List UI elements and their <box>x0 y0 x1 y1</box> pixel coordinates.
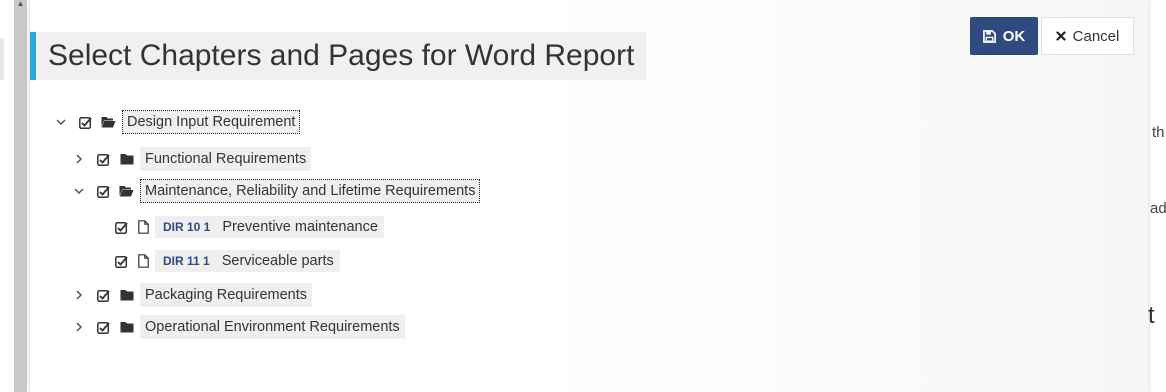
chevron-down-icon[interactable] <box>54 115 68 129</box>
folder-icon <box>119 321 134 334</box>
tree-node-chapter[interactable]: Maintenance, Reliability and Lifetime Re… <box>72 179 481 203</box>
file-icon <box>137 254 149 268</box>
checkbox-checked-icon[interactable] <box>115 221 128 234</box>
tree-node-label[interactable]: Operational Environment Requirements <box>140 315 405 339</box>
scroll-up-arrow-icon[interactable]: ▲ <box>15 0 26 8</box>
background-text-fragment: t <box>1148 302 1155 329</box>
tree-node-label[interactable]: Functional Requirements <box>140 147 312 171</box>
folder-open-icon <box>119 185 134 198</box>
page-chip[interactable]: DIR 10 1 Preventive maintenance <box>155 216 384 238</box>
background-text-fragment: adi <box>1150 200 1166 217</box>
page-chip[interactable]: DIR 11 1 Serviceable parts <box>155 250 340 272</box>
ok-button-label: OK <box>1002 27 1026 45</box>
tree-node-page[interactable]: DIR 11 1 Serviceable parts <box>115 249 340 273</box>
folder-open-icon <box>101 116 116 129</box>
checkbox-checked-icon[interactable] <box>115 255 128 268</box>
chevron-right-icon[interactable] <box>72 152 86 166</box>
chevron-down-icon[interactable] <box>72 184 86 198</box>
tree-node-page[interactable]: DIR 10 1 Preventive maintenance <box>115 215 384 239</box>
ok-button[interactable]: OK <box>970 17 1038 55</box>
page-title: Preventive maintenance <box>222 219 378 235</box>
folder-icon <box>119 289 134 302</box>
tree-node-label[interactable]: Maintenance, Reliability and Lifetime Re… <box>140 179 481 203</box>
folder-icon <box>119 153 134 166</box>
tree-node-label[interactable]: Design Input Requirement <box>122 110 301 134</box>
tree-node-chapter[interactable]: Operational Environment Requirements <box>72 315 405 339</box>
chevron-right-icon[interactable] <box>72 320 86 334</box>
cancel-button-label: Cancel <box>1072 27 1120 45</box>
report-selection-modal: Select Chapters and Pages for Word Repor… <box>30 0 1148 392</box>
page-code: DIR 10 1 <box>163 220 211 234</box>
chevron-right-icon[interactable] <box>72 288 86 302</box>
background-strip <box>0 38 4 80</box>
tree-node-root[interactable]: Design Input Requirement <box>54 110 301 134</box>
file-icon <box>137 220 149 234</box>
tree-node-chapter[interactable]: Functional Requirements <box>72 147 312 171</box>
save-icon <box>982 29 996 43</box>
close-icon <box>1056 31 1066 41</box>
checkbox-checked-icon[interactable] <box>97 321 110 334</box>
checkbox-checked-icon[interactable] <box>97 185 110 198</box>
checkbox-checked-icon[interactable] <box>79 116 92 129</box>
page-title: Serviceable parts <box>221 253 334 269</box>
modal-title: Select Chapters and Pages for Word Repor… <box>48 39 635 72</box>
cancel-button[interactable]: Cancel <box>1041 17 1134 55</box>
modal-title-bar: Select Chapters and Pages for Word Repor… <box>30 32 647 80</box>
tree-node-label[interactable]: Packaging Requirements <box>140 283 313 307</box>
checkbox-checked-icon[interactable] <box>97 153 110 166</box>
checkbox-checked-icon[interactable] <box>97 289 110 302</box>
page-code: DIR 11 1 <box>163 254 210 268</box>
background-scrollbar[interactable] <box>14 0 27 392</box>
background-text-fragment: th <box>1152 124 1165 141</box>
tree-node-chapter[interactable]: Packaging Requirements <box>72 283 313 307</box>
